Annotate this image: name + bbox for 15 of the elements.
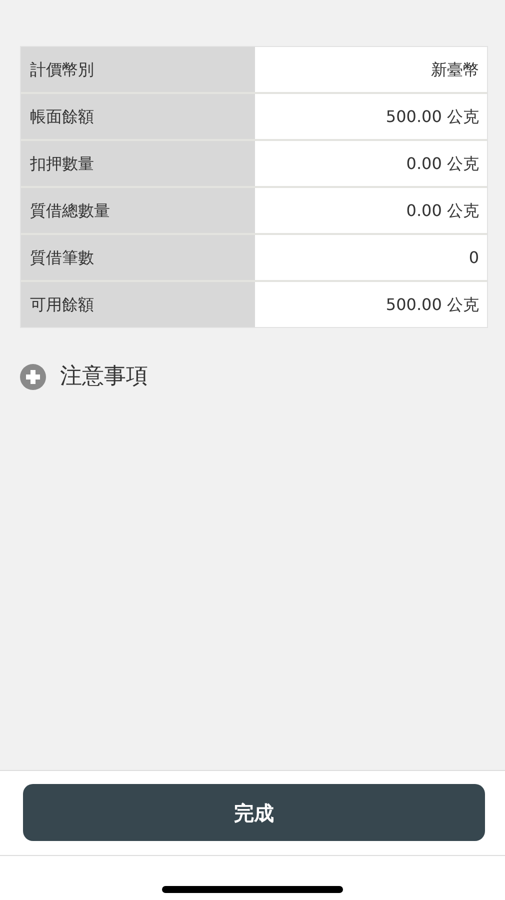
- done-button[interactable]: 完成: [23, 784, 485, 841]
- notes-toggle[interactable]: 注意事項: [60, 360, 148, 393]
- plus-circle-icon[interactable]: [20, 364, 46, 390]
- field-value: 0.00 公克: [255, 188, 487, 233]
- field-value: 500.00 公克: [255, 282, 487, 327]
- field-value: 0.00 公克: [255, 141, 487, 186]
- field-label: 扣押數量: [21, 141, 255, 186]
- field-value: 500.00 公克: [255, 94, 487, 139]
- field-value: 0: [255, 235, 487, 280]
- field-label: 質借總數量: [21, 188, 255, 233]
- field-label: 質借筆數: [21, 235, 255, 280]
- field-label: 計價幣別: [21, 47, 255, 92]
- field-label: 帳面餘額: [21, 94, 255, 139]
- field-label: 可用餘額: [21, 282, 255, 327]
- field-value: 新臺幣: [255, 47, 487, 92]
